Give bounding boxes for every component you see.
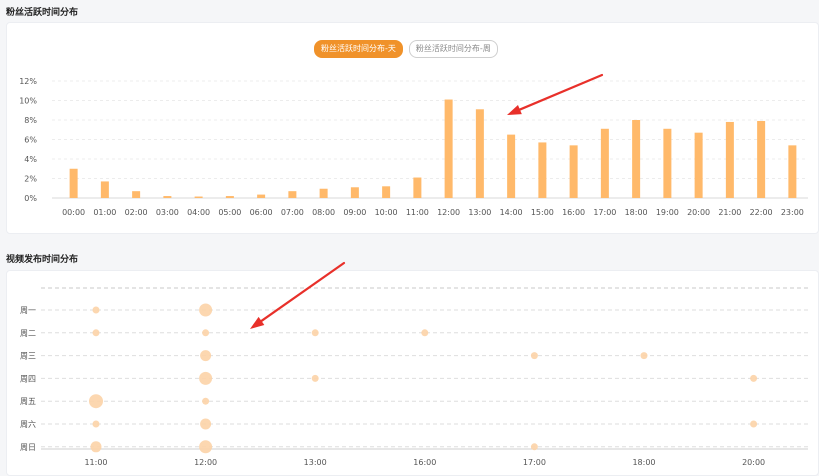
bar bbox=[319, 188, 328, 198]
x-tick-label: 20:00 bbox=[742, 458, 765, 467]
arrow-shaft bbox=[260, 261, 346, 323]
x-tick-label: 20:00 bbox=[687, 208, 710, 217]
bar bbox=[725, 121, 734, 198]
bubble-point bbox=[202, 397, 210, 405]
bar bbox=[663, 128, 672, 198]
x-tick-label: 19:00 bbox=[656, 208, 679, 217]
x-tick-label: 03:00 bbox=[156, 208, 179, 217]
bubble-point bbox=[750, 420, 758, 428]
arrow-bottom bbox=[250, 261, 346, 329]
bar bbox=[569, 145, 578, 198]
x-tick-label: 08:00 bbox=[312, 208, 335, 217]
bar bbox=[507, 134, 516, 198]
y-category-label: 周日 bbox=[20, 443, 36, 452]
bar bbox=[194, 196, 203, 198]
x-tick-label: 11:00 bbox=[84, 458, 107, 467]
x-tick-label: 13:00 bbox=[304, 458, 327, 467]
y-category-label: 周四 bbox=[20, 374, 36, 383]
y-category-label: 周五 bbox=[20, 397, 36, 406]
x-tick-label: 16:00 bbox=[413, 458, 436, 467]
y-category-label: 周六 bbox=[20, 419, 36, 429]
x-tick-label: 02:00 bbox=[125, 208, 148, 217]
x-tick-label: 17:00 bbox=[593, 208, 616, 217]
bubble-point bbox=[199, 303, 213, 317]
x-tick-label: 21:00 bbox=[718, 208, 741, 217]
x-tick-label: 01:00 bbox=[93, 208, 116, 217]
x-tick-label: 17:00 bbox=[523, 458, 546, 467]
y-tick-label: 8% bbox=[24, 116, 37, 125]
x-tick-label: 12:00 bbox=[194, 458, 217, 467]
bubble-point bbox=[640, 352, 648, 360]
bubble-point bbox=[92, 329, 100, 337]
bubble-point bbox=[199, 371, 213, 385]
x-tick-label: 13:00 bbox=[468, 208, 491, 217]
bubble-point bbox=[90, 441, 102, 453]
bar bbox=[444, 99, 453, 198]
y-category-label: 周三 bbox=[20, 352, 36, 361]
charts-canvas: 0% 2% 4% 6% 8% 10% 12% 00:00 01:00 02:00 03:00 04:0… bbox=[19, 73, 808, 467]
bar bbox=[100, 181, 109, 198]
bubble-point bbox=[92, 420, 100, 428]
bar bbox=[257, 194, 266, 198]
bar bbox=[225, 196, 234, 198]
x-tick-label: 10:00 bbox=[375, 208, 398, 217]
bar bbox=[757, 120, 766, 198]
bar bbox=[163, 196, 172, 198]
y-tick-label: 10% bbox=[19, 97, 37, 106]
y-tick-label: 12% bbox=[19, 77, 37, 86]
y-tick-label: 6% bbox=[24, 136, 37, 145]
bar bbox=[600, 128, 609, 198]
x-tick-label: 12:00 bbox=[437, 208, 460, 217]
bar bbox=[475, 109, 484, 198]
annotation-arrows bbox=[250, 73, 604, 329]
x-tick-label: 07:00 bbox=[281, 208, 304, 217]
arrow-head bbox=[250, 316, 265, 329]
y-tick-label: 0% bbox=[24, 194, 37, 203]
x-tick-label: 23:00 bbox=[781, 208, 804, 217]
x-tick-label: 18:00 bbox=[625, 208, 648, 217]
bubble-point bbox=[89, 394, 103, 409]
x-tick-label: 05:00 bbox=[218, 208, 241, 217]
arrow-shaft bbox=[518, 73, 604, 111]
bubble-point bbox=[199, 440, 213, 454]
bar bbox=[382, 186, 391, 198]
bubble-point bbox=[200, 418, 212, 430]
fans-activity-bar-chart: 0% 2% 4% 6% 8% 10% 12% 00:00 01:00 02:00 03:00 04:0… bbox=[19, 77, 808, 217]
bubble-point bbox=[421, 329, 429, 337]
bar bbox=[538, 142, 547, 198]
x-tick-label: 18:00 bbox=[632, 458, 655, 467]
x-tick-label: 11:00 bbox=[406, 208, 429, 217]
x-tick-label: 22:00 bbox=[750, 208, 773, 217]
bubble-point bbox=[530, 352, 538, 360]
arrow-head bbox=[507, 104, 522, 115]
bubble-point bbox=[750, 374, 758, 382]
bubble-point bbox=[92, 306, 100, 314]
bar bbox=[350, 187, 359, 198]
bar bbox=[69, 168, 78, 198]
x-tick-label: 00:00 bbox=[62, 208, 85, 217]
bar bbox=[288, 191, 297, 198]
bar bbox=[413, 177, 422, 198]
bar bbox=[694, 132, 703, 198]
bubble-point bbox=[202, 329, 210, 337]
bubble-point bbox=[200, 350, 212, 362]
x-tick-label: 06:00 bbox=[250, 208, 273, 217]
x-tick-label: 14:00 bbox=[500, 208, 523, 217]
y-tick-label: 4% bbox=[24, 155, 37, 164]
video-publish-bubble-chart: 周一周二周三周四周五周六周日 11:00 12:00 13:00 16:00 17:00 1… bbox=[20, 287, 808, 467]
x-tick-label: 09:00 bbox=[343, 208, 366, 217]
bubble-point bbox=[311, 329, 319, 337]
bubble-point bbox=[530, 443, 538, 451]
x-tick-label: 15:00 bbox=[531, 208, 554, 217]
bubble-point bbox=[311, 374, 319, 382]
y-category-label: 周一 bbox=[20, 306, 36, 315]
bar bbox=[632, 120, 641, 198]
bar bbox=[132, 191, 141, 198]
x-tick-label: 16:00 bbox=[562, 208, 585, 217]
bar bbox=[788, 145, 797, 198]
y-tick-label: 2% bbox=[24, 175, 37, 184]
x-tick-label: 04:00 bbox=[187, 208, 210, 217]
y-category-label: 周二 bbox=[20, 329, 36, 338]
